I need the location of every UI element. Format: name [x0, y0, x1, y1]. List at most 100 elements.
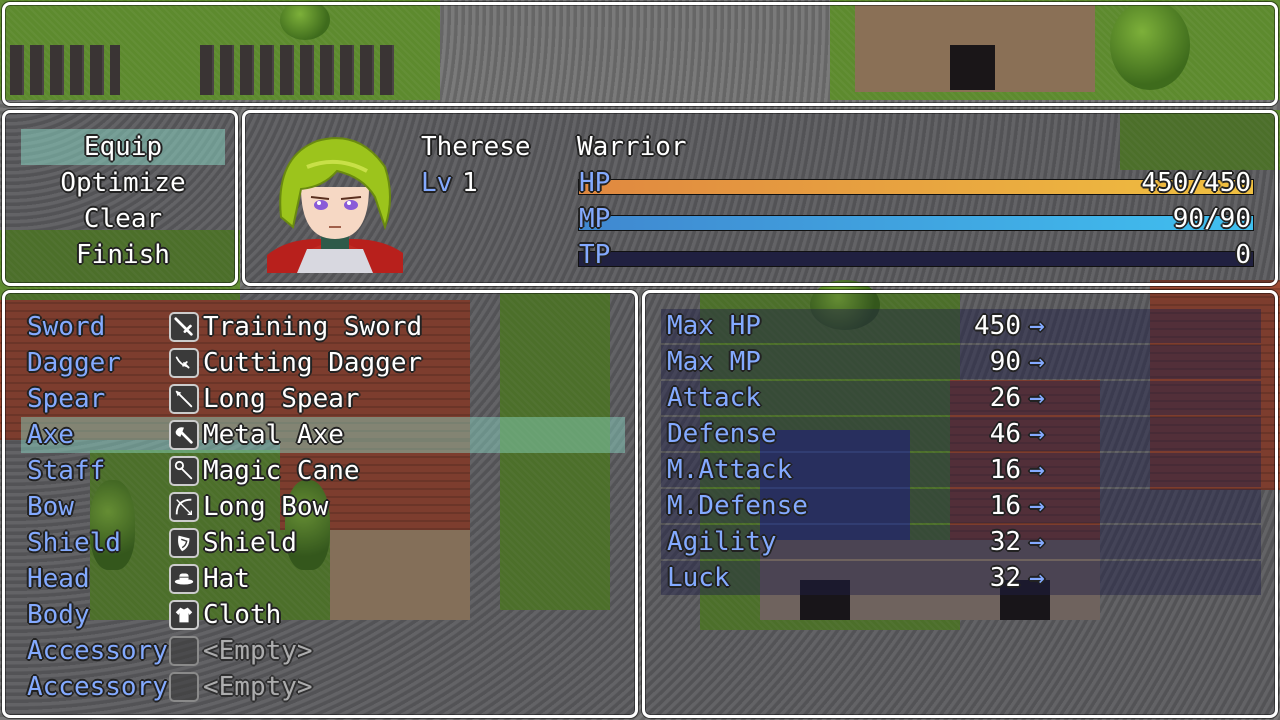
sword-icon [169, 312, 199, 342]
param-name: Max MP [667, 347, 761, 377]
param-current-value: 450 [974, 311, 1021, 341]
mp-gauge-fill [579, 216, 1253, 230]
tp-value: 0 [1235, 240, 1251, 270]
dagger-icon [169, 348, 199, 378]
staff-icon [169, 456, 199, 486]
hp-value: 450/450 [1141, 168, 1251, 198]
axe-icon [169, 420, 199, 450]
command-equip[interactable]: Equip [21, 129, 225, 165]
bow-icon [169, 492, 199, 522]
mp-value: 90/90 [1172, 204, 1251, 234]
slot-type-label: Axe [27, 420, 74, 450]
slot-type-label: Head [27, 564, 90, 594]
right-arrow-icon: → [1029, 563, 1045, 593]
param-current-value: 90 [989, 347, 1021, 377]
equipped-item-name: Cloth [203, 600, 282, 630]
equipped-item-name: Metal Axe [203, 420, 344, 450]
command-window: Equip Optimize Clear Finish [2, 110, 238, 286]
param-row-max-mp: Max MP 90 → [661, 345, 1261, 379]
actor-name: Therese [421, 132, 531, 162]
equip-slot-body[interactable]: Body Cloth [21, 597, 625, 633]
right-arrow-icon: → [1029, 311, 1045, 341]
equip-slot-sword[interactable]: Sword Training Sword [21, 309, 625, 345]
param-current-value: 26 [989, 383, 1021, 413]
param-row-attack: Attack 26 → [661, 381, 1261, 415]
level-label: Lv [421, 168, 453, 198]
right-arrow-icon: → [1029, 527, 1045, 557]
equipped-item-name: <Empty> [203, 672, 313, 702]
hp-label: HP [579, 168, 611, 198]
equipped-item-name: Hat [203, 564, 250, 594]
slot-type-label: Accessory [27, 672, 168, 702]
param-current-value: 32 [989, 563, 1021, 593]
empty-slot-icon [169, 672, 199, 702]
slot-type-label: Staff [27, 456, 106, 486]
equip-slot-accessory[interactable]: Accessory <Empty> [21, 669, 625, 705]
equipped-item-name: Long Spear [203, 384, 360, 414]
param-current-value: 46 [989, 419, 1021, 449]
param-name: Attack [667, 383, 761, 413]
tp-gauge [578, 251, 1254, 267]
param-name: Max HP [667, 311, 761, 341]
actor-level: Lv 1 [421, 165, 478, 201]
equip-slot-window: Sword Training Sword Dagger Cutting Dagger S… [2, 290, 638, 718]
param-current-value: 16 [989, 455, 1021, 485]
equip-slot-head[interactable]: Head Hat [21, 561, 625, 597]
right-arrow-icon: → [1029, 419, 1045, 449]
equip-slot-bow[interactable]: Bow Long Bow [21, 489, 625, 525]
actor-face-portrait [267, 127, 403, 273]
param-name: Agility [667, 527, 777, 557]
param-current-value: 32 [989, 527, 1021, 557]
slot-type-label: Sword [27, 312, 106, 342]
slot-type-label: Accessory [27, 636, 168, 666]
param-row-max-hp: Max HP 450 → [661, 309, 1261, 343]
command-finish[interactable]: Finish [21, 237, 225, 273]
slot-type-label: Dagger [27, 348, 121, 378]
actor-class: Warrior [577, 132, 687, 162]
right-arrow-icon: → [1029, 491, 1045, 521]
equipped-item-name: <Empty> [203, 636, 313, 666]
slot-type-label: Spear [27, 384, 106, 414]
actor-status-window: Therese Lv 1 Warrior HP 450/450 MP 90/90… [242, 110, 1278, 286]
param-name: M.Attack [667, 455, 793, 485]
equip-slot-accessory[interactable]: Accessory <Empty> [21, 633, 625, 669]
cloth-icon [169, 600, 199, 630]
hat-icon [169, 564, 199, 594]
empty-slot-icon [169, 636, 199, 666]
equip-slot-spear[interactable]: Spear Long Spear [21, 381, 625, 417]
parameter-window: Max HP 450 → Max MP 90 → Attack 26 → Defense 46 → M.… [642, 290, 1278, 718]
equipped-item-name: Magic Cane [203, 456, 360, 486]
right-arrow-icon: → [1029, 383, 1045, 413]
equipped-item-name: Shield [203, 528, 297, 558]
param-name: Defense [667, 419, 777, 449]
right-arrow-icon: → [1029, 455, 1045, 485]
param-row-m-defense: M.Defense 16 → [661, 489, 1261, 523]
param-name: M.Defense [667, 491, 808, 521]
level-value: 1 [461, 168, 478, 198]
equipped-item-name: Cutting Dagger [203, 348, 423, 378]
param-row-agility: Agility 32 → [661, 525, 1261, 559]
command-optimize[interactable]: Optimize [21, 165, 225, 201]
param-row-defense: Defense 46 → [661, 417, 1261, 451]
equip-slot-axe[interactable]: Axe Metal Axe [21, 417, 625, 453]
command-clear[interactable]: Clear [21, 201, 225, 237]
param-current-value: 16 [989, 491, 1021, 521]
slot-type-label: Bow [27, 492, 74, 522]
mp-gauge [578, 215, 1254, 231]
equipped-item-name: Training Sword [203, 312, 423, 342]
param-row-luck: Luck 32 → [661, 561, 1261, 595]
mp-label: MP [579, 204, 611, 234]
equip-slot-shield[interactable]: Shield Shield [21, 525, 625, 561]
help-window [2, 2, 1278, 106]
equip-slot-staff[interactable]: Staff Magic Cane [21, 453, 625, 489]
equip-slot-dagger[interactable]: Dagger Cutting Dagger [21, 345, 625, 381]
slot-type-label: Body [27, 600, 90, 630]
tp-label: TP [579, 240, 611, 270]
slot-type-label: Shield [27, 528, 121, 558]
spear-icon [169, 384, 199, 414]
equipped-item-name: Long Bow [203, 492, 329, 522]
right-arrow-icon: → [1029, 347, 1045, 377]
param-row-m-attack: M.Attack 16 → [661, 453, 1261, 487]
shield-icon [169, 528, 199, 558]
param-name: Luck [667, 563, 730, 593]
